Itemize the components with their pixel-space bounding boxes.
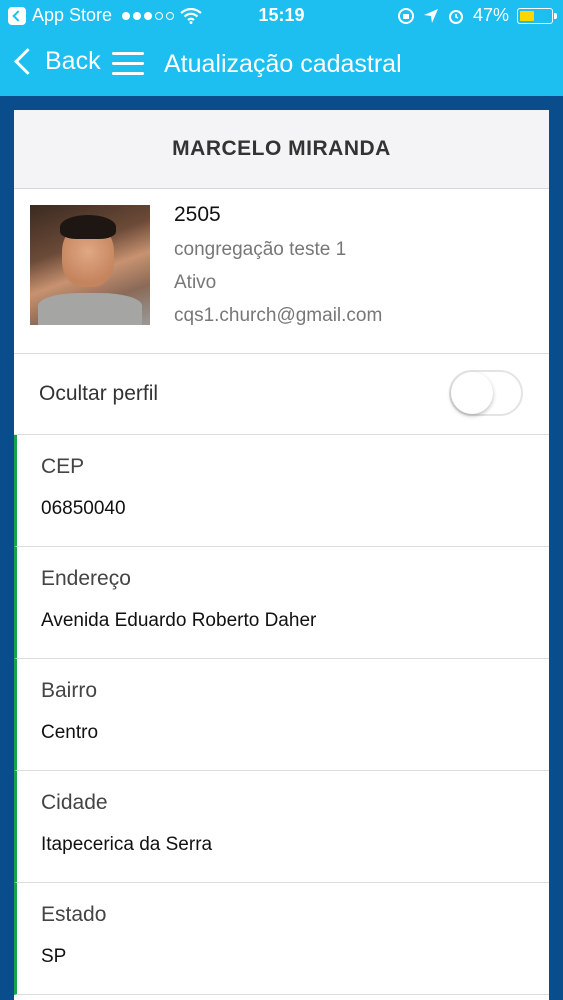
status-bar: App Store 15:19 47% bbox=[0, 0, 563, 32]
member-status: Ativo bbox=[174, 272, 217, 293]
field-label: Bairro bbox=[41, 679, 98, 702]
field-bairro[interactable]: Bairro Centro bbox=[14, 659, 549, 771]
field-cidade[interactable]: Cidade Itapecerica da Serra bbox=[14, 771, 549, 883]
hide-profile-label: Ocultar perfil bbox=[39, 382, 159, 405]
profile-name: MARCELO MIRANDA bbox=[14, 110, 549, 189]
hamburger-menu-icon[interactable] bbox=[112, 52, 144, 76]
battery-percent: 47% bbox=[472, 5, 509, 25]
battery-fill bbox=[520, 10, 534, 21]
avatar bbox=[30, 205, 150, 325]
profile-card: MARCELO MIRANDA 2505 congregação teste 1… bbox=[14, 110, 549, 1000]
field-value: Centro bbox=[41, 722, 99, 743]
field-value: 06850040 bbox=[41, 498, 126, 519]
field-cep[interactable]: CEP 06850040 bbox=[14, 435, 549, 547]
member-email: cqs1.church@gmail.com bbox=[174, 305, 383, 326]
location-icon bbox=[423, 8, 438, 23]
field-value: Avenida Eduardo Roberto Daher bbox=[41, 610, 317, 631]
nav-bar: Back Atualização cadastral bbox=[0, 32, 563, 96]
congregation: congregação teste 1 bbox=[174, 239, 347, 260]
hide-profile-toggle[interactable] bbox=[449, 370, 523, 416]
member-id: 2505 bbox=[174, 203, 221, 226]
toggle-knob bbox=[451, 372, 493, 414]
page-title: Atualização cadastral bbox=[164, 50, 402, 78]
back-button[interactable]: Back bbox=[12, 47, 101, 76]
field-estado[interactable]: Estado SP bbox=[14, 883, 549, 995]
status-right: 47% bbox=[397, 5, 557, 26]
field-value: Itapecerica da Serra bbox=[41, 834, 213, 855]
field-label: Estado bbox=[41, 903, 107, 926]
field-label: Cidade bbox=[41, 791, 108, 814]
profile-summary: 2505 congregação teste 1 Ativo cqs1.chur… bbox=[14, 189, 549, 354]
field-endereco[interactable]: Endereço Avenida Eduardo Roberto Daher bbox=[14, 547, 549, 659]
field-label: Endereço bbox=[41, 567, 131, 590]
field-value: SP bbox=[41, 946, 67, 967]
battery-icon bbox=[517, 7, 557, 24]
rotation-lock-icon bbox=[397, 7, 414, 24]
content-area: MARCELO MIRANDA 2505 congregação teste 1… bbox=[0, 96, 563, 1000]
hide-profile-row: Ocultar perfil bbox=[14, 354, 549, 435]
chevron-left-icon bbox=[14, 48, 41, 75]
field-label: CEP bbox=[41, 455, 85, 478]
alarm-icon bbox=[448, 9, 463, 24]
back-label: Back bbox=[45, 47, 101, 75]
